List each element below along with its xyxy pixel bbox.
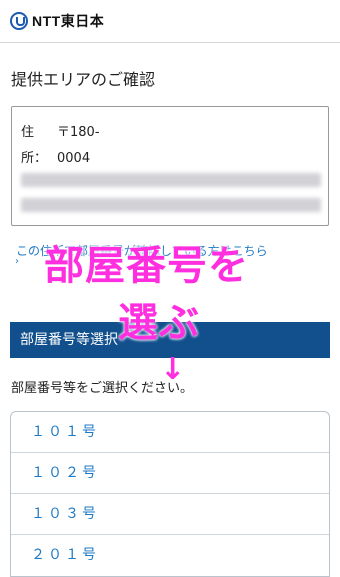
room-option[interactable]: １０１号 bbox=[11, 412, 329, 453]
address-label-1: 住 bbox=[21, 125, 35, 140]
room-list: １０１号 １０２号 １０３号 ２０１号 bbox=[10, 411, 330, 577]
address-line-2: 所： 0004 bbox=[21, 147, 90, 166]
room-option[interactable]: ２０１号 bbox=[11, 535, 329, 576]
site-logo-text[interactable]: NTT東日本 bbox=[32, 11, 104, 31]
blurred-address-line bbox=[21, 173, 321, 187]
page-title: 提供エリアのご確認 bbox=[11, 70, 156, 89]
annotation-arrow-icon: ↓ bbox=[160, 352, 186, 387]
address-line-1: 住 〒180- bbox=[21, 121, 100, 140]
postal-code-2: 0004 bbox=[57, 151, 91, 166]
room-option[interactable]: １０３号 bbox=[11, 494, 329, 535]
blurred-address-line bbox=[21, 198, 321, 212]
room-option[interactable]: １０２号 bbox=[11, 453, 329, 494]
postal-code: 〒180- bbox=[57, 125, 100, 140]
address-label-2: 所： bbox=[21, 151, 48, 166]
ntt-logo-icon[interactable] bbox=[10, 12, 28, 30]
annotation-overlay-line1: 部屋番号を bbox=[44, 243, 249, 289]
address-box: 住 〒180- 所： 0004 bbox=[11, 106, 329, 226]
annotation-overlay-line2: 選ぶ bbox=[118, 300, 200, 346]
site-header: NTT東日本 bbox=[0, 0, 340, 43]
